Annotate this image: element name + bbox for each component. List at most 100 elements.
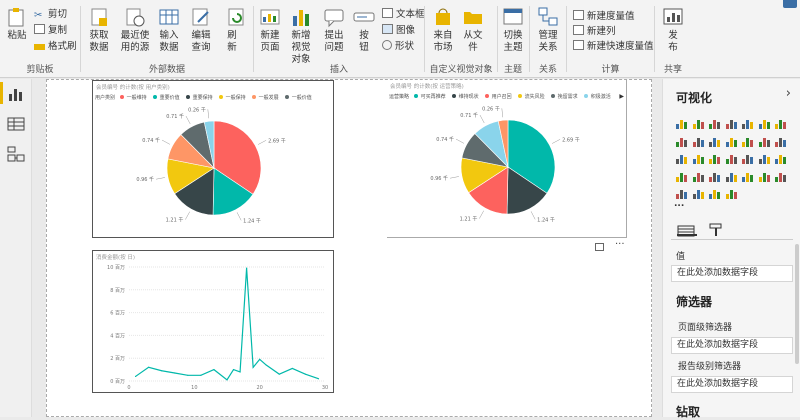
publish-button[interactable]: 发布 <box>661 6 685 54</box>
pie-chart-user-category[interactable]: 会员编号 的计数(按 用户类别) 用户类别 一般维持 重要价值 重要保持 一般保持 一般… <box>92 80 334 238</box>
leader-line <box>258 140 267 145</box>
card-visual-icon[interactable] <box>675 168 688 182</box>
from-file-button[interactable]: 从文件 <box>461 6 485 54</box>
new-quick-measure-button[interactable]: 新建快速度量值 <box>573 40 654 53</box>
drillthrough-title: 钻取 <box>676 405 701 419</box>
area-visual-icon[interactable] <box>675 133 688 147</box>
treemap-visual-icon[interactable] <box>708 150 721 164</box>
format-painter-button[interactable]: 格式刷 <box>34 40 77 53</box>
calculator-icon <box>573 10 584 20</box>
refresh-button[interactable]: 刷新 <box>225 6 244 54</box>
new-column-button[interactable]: 新建列 <box>573 25 616 38</box>
pie-visual-icon[interactable] <box>675 150 688 164</box>
decomp-visual-icon[interactable] <box>708 185 721 199</box>
data-label: 0.71 千 <box>166 113 184 120</box>
manage-relationships-button[interactable]: 管理关系 <box>536 6 560 54</box>
get-data-button[interactable]: 获取数据 <box>87 6 111 54</box>
python-visual-visual-icon[interactable] <box>675 185 688 199</box>
report-page[interactable]: 会员编号 的计数(按 用户类别) 用户类别 一般维持 重要价值 重要保持 一般保持 一般… <box>46 79 652 417</box>
100-bar-visual-icon[interactable] <box>741 115 754 129</box>
active-view-indicator <box>0 82 3 104</box>
leader-line <box>479 210 484 219</box>
filter-visual-icon[interactable] <box>725 185 738 199</box>
switch-theme-button[interactable]: 切换主题 <box>500 6 526 54</box>
line-chart-daily-spend[interactable]: 消费金额(按 日) 0 百万 2 百万 4 百万 6 百万 8 百万 10 百万 0 10 20… <box>92 250 334 393</box>
custom-visuals-label: 自定义视觉对象 <box>429 65 493 75</box>
more-options-icon[interactable]: ··· <box>615 239 625 250</box>
insert-group: 新建页面 新增视觉对象 提出问题 按钮 文本框 图像 形状 插入 <box>254 0 425 78</box>
edit-queries-button[interactable]: 编辑查询 <box>189 6 213 54</box>
clustered-column-visual-icon[interactable] <box>725 115 738 129</box>
line-visual-icon[interactable] <box>774 115 787 129</box>
panel-scrollbar[interactable] <box>795 244 799 364</box>
database-icon <box>91 8 107 26</box>
image-icon <box>382 24 393 34</box>
model-view-icon[interactable] <box>7 146 25 162</box>
slicer-visual-icon[interactable] <box>725 168 738 182</box>
leader-line <box>185 115 191 125</box>
more-visuals-button[interactable]: ... <box>674 199 684 209</box>
data-label: 1.21 千 <box>460 216 478 223</box>
scatter-visual-icon[interactable] <box>774 133 787 147</box>
r-visual-visual-icon[interactable] <box>774 168 787 182</box>
globe-visual-icon[interactable] <box>692 185 705 199</box>
from-marketplace-button[interactable]: 来自市场 <box>431 6 455 54</box>
line-stacked-column-visual-icon[interactable] <box>725 133 738 147</box>
data-point <box>252 366 254 368</box>
report-filter-drop-field[interactable]: 在此处添加数据字段 <box>671 376 793 393</box>
paint-roller-icon <box>709 223 722 236</box>
view-switcher <box>0 79 32 417</box>
gauge-visual-icon[interactable] <box>774 150 787 164</box>
multi-row-card-visual-icon[interactable] <box>692 168 705 182</box>
enter-data-button[interactable]: 输入数据 <box>157 6 181 54</box>
shapes-button[interactable]: 形状 <box>382 40 414 53</box>
new-visual-button[interactable]: 新增视觉对象 <box>288 6 314 66</box>
map-visual-icon[interactable] <box>725 150 738 164</box>
data-point <box>174 372 176 374</box>
report-canvas: 会员编号 的计数(按 用户类别) 用户类别 一般维持 重要价值 重要保持 一般保持 一般… <box>32 79 662 417</box>
textbox-button[interactable]: 文本框 <box>382 8 425 21</box>
clustered-bar-visual-icon[interactable] <box>708 115 721 129</box>
stacked-bar-visual-icon[interactable] <box>675 115 688 129</box>
focus-mode-icon[interactable] <box>595 243 604 251</box>
table-visual-icon[interactable] <box>741 168 754 182</box>
new-page-button[interactable]: 新建页面 <box>258 6 282 54</box>
kpi-visual-icon[interactable] <box>708 168 721 182</box>
ask-question-button[interactable]: 提出问题 <box>322 6 346 54</box>
new-measure-button[interactable]: 新建度量值 <box>573 10 635 23</box>
column-icon <box>573 25 584 35</box>
matrix-visual-icon[interactable] <box>758 168 771 182</box>
data-point <box>259 358 261 360</box>
filled-map-visual-icon[interactable] <box>741 150 754 164</box>
data-view-icon[interactable] <box>7 116 25 132</box>
stacked-column-visual-icon[interactable] <box>692 115 705 129</box>
fields-tab[interactable] <box>677 222 697 237</box>
page-filter-drop-field[interactable]: 在此处添加数据字段 <box>671 337 793 354</box>
funnel-visual-icon[interactable] <box>758 150 771 164</box>
collapse-ribbon-icon[interactable] <box>783 0 797 8</box>
image-button[interactable]: 图像 <box>382 24 415 37</box>
recent-sources-button[interactable]: 最近使用的源 <box>117 6 153 54</box>
series-line[interactable] <box>135 268 319 381</box>
table-icon <box>159 9 179 25</box>
button-icon <box>353 12 375 22</box>
stacked-area-visual-icon[interactable] <box>692 133 705 147</box>
waterfall-visual-icon[interactable] <box>758 133 771 147</box>
leader-line <box>479 114 485 124</box>
external-data-group: 获取数据 最近使用的源 输入数据 编辑查询 刷新 外部数据 <box>81 0 253 78</box>
buttons-button[interactable]: 按钮 <box>352 6 376 54</box>
copy-button[interactable]: 复制 <box>34 24 67 37</box>
collapse-panel-chevron-icon[interactable]: › <box>786 86 791 101</box>
100-column-visual-icon[interactable] <box>758 115 771 129</box>
ribbon-visual-icon[interactable] <box>741 133 754 147</box>
values-drop-field[interactable]: 在此处添加数据字段 <box>671 265 793 282</box>
copy-icon <box>34 24 45 34</box>
pie-chart-operation-strategy[interactable]: 会员编号 的计数(按 运营策略) 运营策略 可买再推荐 维持现状 用户召回 流失风险挽… <box>387 80 627 238</box>
line-column-visual-icon[interactable] <box>708 133 721 147</box>
donut-visual-icon[interactable] <box>692 150 705 164</box>
report-filters-label: 报告级别筛选器 <box>678 362 742 372</box>
cut-button[interactable]: ✂ 剪切 <box>34 8 67 21</box>
report-view-icon[interactable] <box>7 86 25 102</box>
paste-button[interactable]: 粘贴 <box>6 6 28 42</box>
leader-line <box>236 212 242 221</box>
